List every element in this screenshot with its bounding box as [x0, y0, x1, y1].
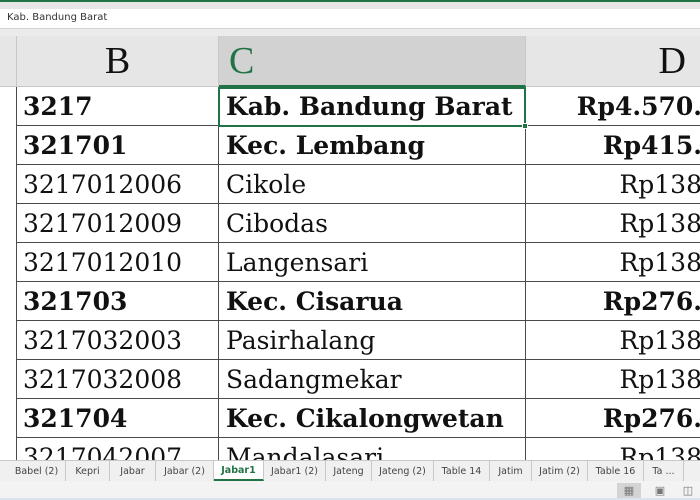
ribbon-edge — [0, 0, 700, 9]
table-row: 321704 Kec. Cikalongwetan Rp276. — [0, 399, 700, 438]
table-row: 3217012010 Langensari Rp138 — [0, 243, 700, 282]
table-row: 3217032003 Pasirhalang Rp138 — [0, 321, 700, 360]
cell-amount-text: Rp276. — [602, 404, 700, 433]
cell-amount-text: Rp138 — [619, 248, 700, 277]
cell-code[interactable]: 3217012006 — [17, 165, 219, 204]
cell-name[interactable]: Sadangmekar — [219, 360, 526, 399]
column-header-c[interactable]: C — [219, 36, 526, 87]
formula-bar[interactable]: Kab. Bandung Barat — [0, 9, 700, 29]
cell-name[interactable]: Pasirhalang — [219, 321, 526, 360]
cell-name[interactable]: Kec. Lembang — [219, 126, 526, 165]
row-header[interactable] — [0, 321, 17, 360]
cell-code[interactable]: 321704 — [17, 399, 219, 438]
sheet-tab[interactable]: Jateng (2) — [372, 461, 434, 481]
sheet-tab[interactable]: Jatim (2) — [532, 461, 588, 481]
cell-code[interactable]: 321701 — [17, 126, 219, 165]
cell-amount-text: Rp138 — [619, 326, 700, 355]
status-bar: ▦ ▣ ◫ — [0, 481, 700, 500]
page-break-view-icon[interactable]: ◫ — [676, 483, 700, 498]
cell-code[interactable]: 3217032008 — [17, 360, 219, 399]
cell-amount[interactable]: Rp138 — [526, 360, 700, 399]
row-header[interactable] — [0, 87, 17, 126]
cell-code[interactable]: 3217032003 — [17, 321, 219, 360]
cell-name[interactable]: Kec. Cikalongwetan — [219, 399, 526, 438]
cell-amount-text: Rp276. — [602, 287, 700, 316]
cell-code[interactable]: 3217012009 — [17, 204, 219, 243]
row-header[interactable] — [0, 204, 17, 243]
sheet-tab[interactable]: Table 14 — [434, 461, 490, 481]
fill-handle[interactable] — [522, 123, 528, 129]
sheet-tab[interactable]: Kepri — [66, 461, 110, 481]
column-header-b[interactable]: B — [17, 36, 219, 87]
sheet-tab[interactable]: Jabar1 (2) — [264, 461, 326, 481]
sheet-tab[interactable]: Jatim — [490, 461, 532, 481]
row-header[interactable] — [0, 399, 17, 438]
cell-code[interactable]: 3217 — [17, 87, 219, 126]
table-row: 3217 Kab. Bandung Barat Rp4.570. — [0, 87, 700, 126]
normal-view-icon[interactable]: ▦ — [617, 483, 641, 498]
select-all-corner[interactable] — [0, 36, 17, 87]
cell-amount[interactable]: Rp276. — [526, 399, 700, 438]
header-gap — [0, 29, 700, 36]
formula-bar-value[interactable]: Kab. Bandung Barat — [7, 12, 107, 23]
cell-code[interactable]: 321703 — [17, 282, 219, 321]
cell-amount-text: Rp138 — [619, 209, 700, 238]
sheet-tab[interactable]: Jabar1 — [214, 461, 264, 481]
table-row: 321703 Kec. Cisarua Rp276. — [0, 282, 700, 321]
table-row: 3217012009 Cibodas Rp138 — [0, 204, 700, 243]
column-header-d[interactable]: D — [526, 36, 700, 87]
cell-name[interactable]: Cibodas — [219, 204, 526, 243]
row-header[interactable] — [0, 243, 17, 282]
cell-amount[interactable]: Rp138 — [526, 243, 700, 282]
sheet-tab[interactable]: Babel (2) — [8, 461, 66, 481]
table-row: 321701 Kec. Lembang Rp415. — [0, 126, 700, 165]
cell-code[interactable]: 3217012010 — [17, 243, 219, 282]
table-row: 3217032008 Sadangmekar Rp138 — [0, 360, 700, 399]
sheet-tab-bar: Babel (2) Kepri Jabar Jabar (2) Jabar1 Jabar1… — [0, 460, 700, 481]
table-row: 3217012006 Cikole Rp138 — [0, 165, 700, 204]
cell-amount-text: Rp415. — [602, 131, 700, 160]
sheet-tab[interactable]: Table 16 — [588, 461, 644, 481]
cell-amount[interactable]: Rp415. — [526, 126, 700, 165]
cell-name[interactable]: Kab. Bandung Barat — [219, 87, 526, 126]
cell-amount[interactable]: Rp4.570. — [526, 87, 700, 126]
row-header[interactable] — [0, 282, 17, 321]
cell-amount-text: Rp4.570. — [576, 92, 700, 121]
cell-amount-text: Rp138 — [619, 170, 700, 199]
row-header[interactable] — [0, 360, 17, 399]
cell-amount[interactable]: Rp276. — [526, 282, 700, 321]
sheet-tab[interactable]: Jateng — [326, 461, 372, 481]
cell-name[interactable]: Langensari — [219, 243, 526, 282]
cell-amount-text: Rp138 — [619, 365, 700, 394]
cell-amount[interactable]: Rp138 — [526, 204, 700, 243]
cell-name[interactable]: Cikole — [219, 165, 526, 204]
row-header[interactable] — [0, 126, 17, 165]
cell-name[interactable]: Kec. Cisarua — [219, 282, 526, 321]
cell-amount[interactable]: Rp138 — [526, 165, 700, 204]
row-header[interactable] — [0, 165, 17, 204]
sheet-tab[interactable]: Ta ... — [644, 461, 684, 481]
cell-amount[interactable]: Rp138 — [526, 321, 700, 360]
sheet-tab[interactable]: Jabar (2) — [156, 461, 214, 481]
sheet-tab[interactable]: Jabar — [110, 461, 156, 481]
page-layout-view-icon[interactable]: ▣ — [648, 483, 672, 498]
